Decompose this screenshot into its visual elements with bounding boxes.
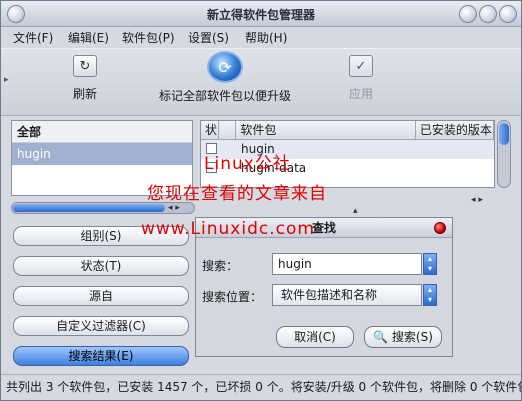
menu-bar: 文件(F) 编辑(E) 软件包(P) 设置(S) 帮助(H) <box>1 27 521 47</box>
col-support[interactable] <box>219 121 237 139</box>
scrollbar-thumb[interactable] <box>499 123 509 145</box>
toolbar-grip-icon[interactable]: ▸ <box>4 75 9 85</box>
search-label: 搜索： <box>202 259 239 273</box>
status-bar: 共列出 3 个软件包，已安装 1457 个，已坏损 0 个。将安装/升级 0 个… <box>1 374 521 400</box>
scope-dropdown-icon[interactable]: ▴ ▾ <box>423 284 437 306</box>
search-history-spinner[interactable]: ▴ ▾ <box>423 253 437 275</box>
search-input[interactable]: hugin <box>272 253 422 275</box>
menu-package[interactable]: 软件包(P) <box>122 29 175 46</box>
filter-search-results-button[interactable]: 搜索结果(E) <box>13 346 189 366</box>
search-scope-label: 搜索位置： <box>202 290 263 304</box>
search-icon: 🔍 <box>373 330 389 344</box>
filter-status-button[interactable]: 状态(T) <box>13 256 189 276</box>
reload-icon: ↻ <box>73 55 97 77</box>
watermark-line-1: Linux公社 <box>204 154 291 174</box>
cancel-button[interactable]: 取消(C) <box>276 326 354 348</box>
search-button[interactable]: 🔍 搜索(S) <box>364 326 442 348</box>
toolbar: ▸ ↻ 刷新 ⟳ 标记全部软件包以便升级 ✓ 应用 <box>1 48 521 116</box>
menu-file[interactable]: 文件(F) <box>13 29 53 46</box>
minimize-icon[interactable] <box>459 5 477 23</box>
scroll-arrows-icon[interactable]: ◂ ▸ <box>168 203 180 213</box>
search-scope-select[interactable]: 软件包描述和名称 <box>272 284 422 306</box>
dialog-close-icon[interactable] <box>434 222 446 234</box>
col-installed-version[interactable]: 已安装的版本 <box>416 121 494 139</box>
scrollbar-thumb[interactable] <box>13 204 165 212</box>
filter-origin-button[interactable]: 源自 <box>13 286 189 306</box>
window-title: 新立得软件包管理器 <box>206 8 315 22</box>
mark-all-upgrades-label: 标记全部软件包以便升级 <box>158 89 291 103</box>
reload-label: 刷新 <box>72 87 97 101</box>
table-header: 状 软件包 已安装的版本 <box>201 121 494 140</box>
watermark-line-2: 您现在查看的文章来自 <box>147 184 327 204</box>
watermark-line-3: www.Linuxidc.com <box>141 219 315 239</box>
mark-all-upgrades-button[interactable]: ⟳ 标记全部软件包以便升级 <box>156 51 294 104</box>
pane-splitter-icon[interactable]: ▴ <box>353 206 358 216</box>
col-package[interactable]: 软件包 <box>236 121 416 139</box>
menu-edit[interactable]: 编辑(E) <box>68 29 109 46</box>
search-button-label: 搜索(S) <box>391 330 433 344</box>
col-status[interactable]: 状 <box>201 121 219 139</box>
table-vertical-scrollbar[interactable] <box>497 120 511 188</box>
reload-button[interactable]: ↻ 刷新 <box>67 55 103 102</box>
synaptic-window: 新立得软件包管理器 文件(F) 编辑(E) 软件包(P) 设置(S) 帮助(H)… <box>0 0 522 401</box>
maximize-icon[interactable] <box>479 5 497 23</box>
apply-button[interactable]: ✓ 应用 <box>343 55 379 102</box>
close-icon[interactable] <box>499 5 517 23</box>
table-hscroll-arrows-icon[interactable]: ◂ ▸ <box>471 195 483 205</box>
apply-check-icon: ✓ <box>349 55 373 77</box>
menu-help[interactable]: 帮助(H) <box>245 29 287 46</box>
menu-settings[interactable]: 设置(S) <box>188 29 229 46</box>
title-bar[interactable]: 新立得软件包管理器 <box>1 1 521 27</box>
apply-label: 应用 <box>348 87 373 101</box>
list-item-hugin[interactable]: hugin <box>12 143 192 165</box>
upgrade-globe-icon: ⟳ <box>207 51 243 83</box>
filter-custom-button[interactable]: 自定义过滤器(C) <box>13 316 189 336</box>
list-item-all[interactable]: 全部 <box>12 121 192 143</box>
